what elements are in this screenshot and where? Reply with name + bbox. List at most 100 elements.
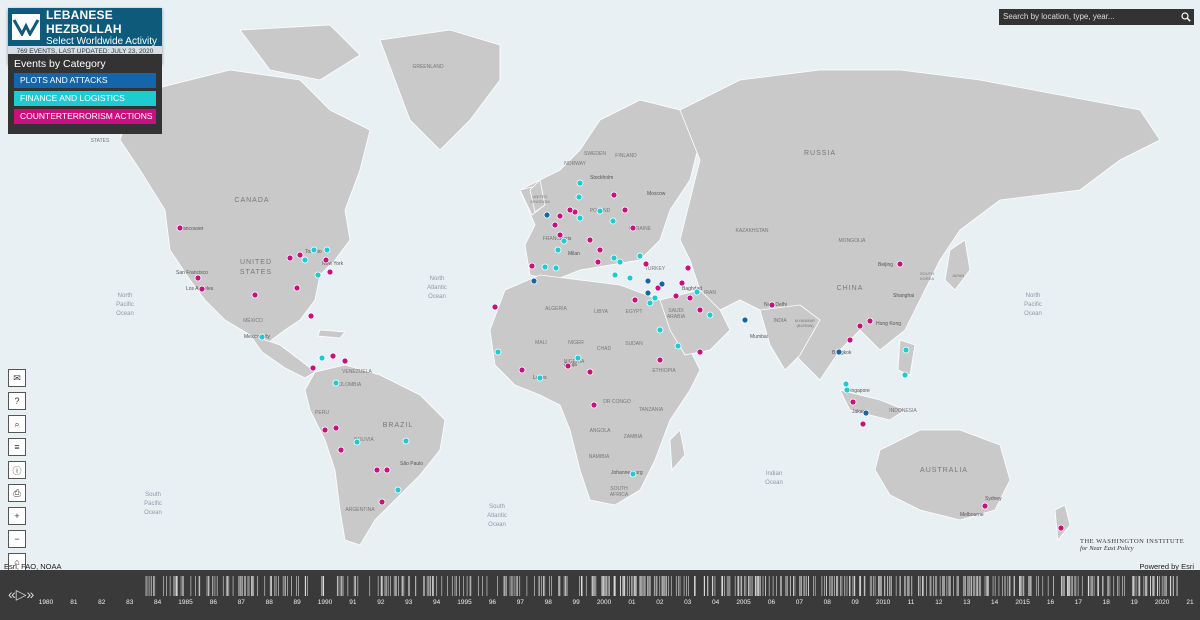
- timeline-year[interactable]: 1995: [457, 599, 471, 606]
- event-marker[interactable]: [556, 231, 564, 239]
- event-marker[interactable]: [590, 401, 598, 409]
- timeline-bar[interactable]: «▷» 1980 81 82 83 84 1985 86 87 88 89 1990 91 92 93 94…: [0, 570, 1200, 620]
- event-marker[interactable]: [194, 274, 202, 282]
- event-marker[interactable]: [564, 362, 572, 370]
- event-marker[interactable]: [706, 311, 714, 319]
- event-marker[interactable]: [768, 301, 776, 309]
- timeline-year[interactable]: 2015: [1015, 599, 1029, 606]
- timeline-year[interactable]: 96: [489, 599, 496, 606]
- timeline-year[interactable]: 04: [712, 599, 719, 606]
- timeline-year[interactable]: 2005: [736, 599, 750, 606]
- timeline-year[interactable]: 01: [628, 599, 635, 606]
- event-marker[interactable]: [686, 294, 694, 302]
- event-marker[interactable]: [901, 371, 909, 379]
- event-marker[interactable]: [741, 316, 749, 324]
- timeline-year[interactable]: 17: [1075, 599, 1082, 606]
- search-icon[interactable]: [1178, 9, 1194, 25]
- timeline-year[interactable]: 1985: [178, 599, 192, 606]
- event-marker[interactable]: [552, 264, 560, 272]
- timeline-year[interactable]: 2020: [1155, 599, 1169, 606]
- event-marker[interactable]: [307, 312, 315, 320]
- timeline-year[interactable]: 09: [852, 599, 859, 606]
- event-marker[interactable]: [629, 470, 637, 478]
- event-marker[interactable]: [656, 356, 664, 364]
- event-marker[interactable]: [843, 386, 851, 394]
- timeline-events[interactable]: [36, 574, 1196, 602]
- event-marker[interactable]: [693, 288, 701, 296]
- timeline-year[interactable]: 92: [377, 599, 384, 606]
- event-marker[interactable]: [554, 246, 562, 254]
- timeline-year[interactable]: 06: [768, 599, 775, 606]
- event-marker[interactable]: [494, 348, 502, 356]
- event-marker[interactable]: [541, 263, 549, 271]
- event-marker[interactable]: [318, 354, 326, 362]
- event-marker[interactable]: [626, 274, 634, 282]
- help-icon[interactable]: ?: [8, 392, 26, 410]
- event-marker[interactable]: [402, 437, 410, 445]
- timeline-year[interactable]: 16: [1047, 599, 1054, 606]
- event-marker[interactable]: [651, 294, 659, 302]
- list-icon[interactable]: ≡: [8, 438, 26, 456]
- timeline-year[interactable]: 88: [266, 599, 273, 606]
- timeline-year[interactable]: 98: [545, 599, 552, 606]
- event-marker[interactable]: [629, 224, 637, 232]
- event-marker[interactable]: [621, 206, 629, 214]
- event-marker[interactable]: [596, 207, 604, 215]
- event-marker[interactable]: [323, 246, 331, 254]
- play-icon[interactable]: «▷»: [8, 586, 34, 603]
- category-counterterrorism-actions[interactable]: COUNTERTERRORISM ACTIONS: [14, 109, 156, 124]
- event-marker[interactable]: [631, 296, 639, 304]
- print-icon[interactable]: ⎙: [8, 484, 26, 502]
- event-marker[interactable]: [198, 285, 206, 293]
- event-marker[interactable]: [610, 254, 618, 262]
- event-marker[interactable]: [644, 289, 652, 297]
- timeline-year[interactable]: 19: [1131, 599, 1138, 606]
- timeline-year[interactable]: 07: [796, 599, 803, 606]
- event-marker[interactable]: [337, 446, 345, 454]
- event-marker[interactable]: [696, 348, 704, 356]
- event-marker[interactable]: [642, 260, 650, 268]
- event-marker[interactable]: [326, 268, 334, 276]
- event-marker[interactable]: [674, 342, 682, 350]
- event-marker[interactable]: [678, 279, 686, 287]
- timeline-year[interactable]: 2010: [876, 599, 890, 606]
- event-marker[interactable]: [560, 237, 568, 245]
- event-marker[interactable]: [310, 246, 318, 254]
- timeline-year[interactable]: 86: [210, 599, 217, 606]
- event-marker[interactable]: [842, 380, 850, 388]
- timeline-year[interactable]: 83: [126, 599, 133, 606]
- event-marker[interactable]: [696, 306, 704, 314]
- event-marker[interactable]: [684, 264, 692, 272]
- timeline-year[interactable]: 94: [433, 599, 440, 606]
- event-marker[interactable]: [530, 277, 538, 285]
- timeline-year[interactable]: 14: [991, 599, 998, 606]
- event-marker[interactable]: [576, 179, 584, 187]
- event-marker[interactable]: [341, 357, 349, 365]
- timeline-year[interactable]: 99: [573, 599, 580, 606]
- world-map[interactable]: GREENLAND CANADA UNITED STATES STATES MÉ…: [0, 0, 1200, 570]
- event-marker[interactable]: [616, 258, 624, 266]
- category-finance-and-logistics[interactable]: FINANCE AND LOGISTICS: [14, 91, 156, 106]
- event-marker[interactable]: [646, 299, 654, 307]
- event-marker[interactable]: [574, 354, 582, 362]
- info-icon[interactable]: ⓘ: [8, 461, 26, 479]
- event-marker[interactable]: [301, 256, 309, 264]
- event-marker[interactable]: [321, 426, 329, 434]
- event-marker[interactable]: [566, 206, 574, 214]
- event-marker[interactable]: [176, 224, 184, 232]
- event-marker[interactable]: [609, 217, 617, 225]
- event-marker[interactable]: [518, 366, 526, 374]
- event-marker[interactable]: [644, 277, 652, 285]
- event-marker[interactable]: [353, 438, 361, 446]
- event-marker[interactable]: [251, 291, 259, 299]
- event-marker[interactable]: [394, 486, 402, 494]
- event-marker[interactable]: [596, 246, 604, 254]
- event-marker[interactable]: [543, 211, 551, 219]
- timeline-year[interactable]: 89: [293, 599, 300, 606]
- event-marker[interactable]: [329, 352, 337, 360]
- event-marker[interactable]: [849, 398, 857, 406]
- event-marker[interactable]: [862, 409, 870, 417]
- timeline-year[interactable]: 2000: [597, 599, 611, 606]
- search-input[interactable]: Search by location, type, year...: [999, 9, 1179, 25]
- event-marker[interactable]: [293, 284, 301, 292]
